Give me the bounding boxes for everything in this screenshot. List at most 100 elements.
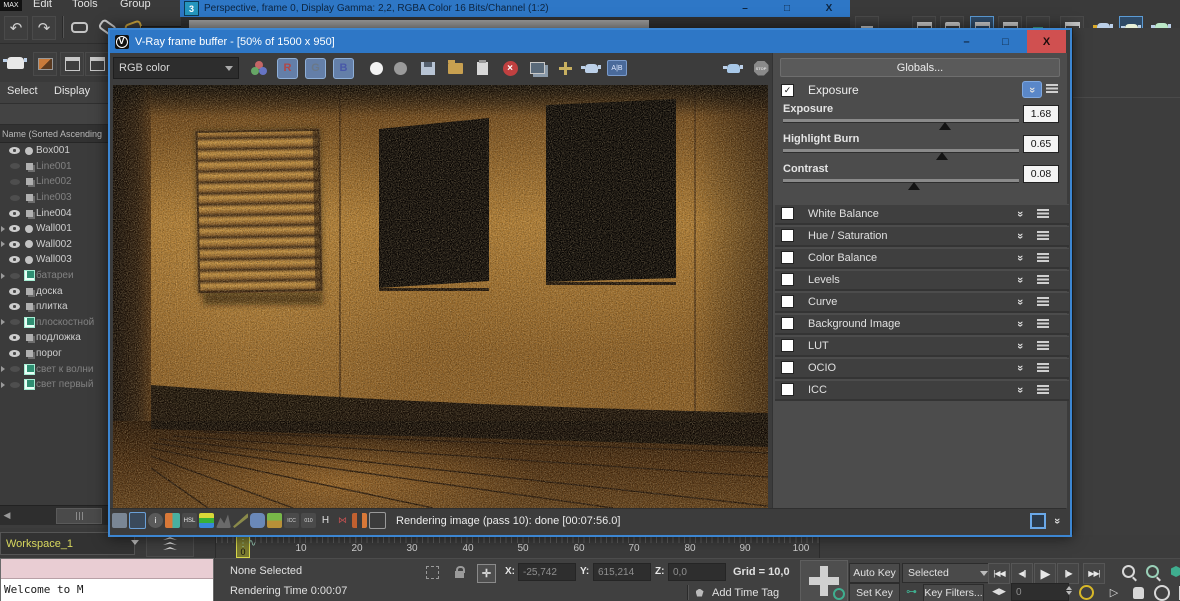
auto-key-button[interactable]: Auto Key [849, 563, 900, 583]
alpha-channel-icon[interactable] [390, 58, 410, 78]
color-swatch-icon[interactable] [165, 513, 180, 528]
listener-window-icon[interactable] [60, 52, 84, 76]
hsl-icon[interactable]: HSL [182, 513, 197, 528]
list-item[interactable]: Box001 [0, 143, 108, 159]
visibility-eye-icon[interactable] [7, 363, 22, 376]
pan-hand-icon[interactable] [1129, 584, 1147, 601]
vfb-minimize-button[interactable]: – [947, 30, 986, 53]
collapse-icon[interactable]: » [1015, 342, 1025, 348]
time-configuration-icon[interactable] [1077, 584, 1095, 601]
section-levels[interactable]: Levels» [775, 270, 1069, 289]
section-curve[interactable]: Curve» [775, 292, 1069, 311]
list-item[interactable]: Line003 [0, 190, 108, 206]
exposure-value-field[interactable]: 1.68 [1023, 105, 1059, 123]
max-app-button[interactable]: MAX [0, 0, 22, 11]
visibility-eye-icon[interactable] [7, 347, 22, 360]
vfb-maximize-button[interactable]: □ [986, 30, 1025, 53]
menu-icon[interactable] [1037, 297, 1049, 306]
visibility-eye-icon[interactable] [7, 144, 22, 157]
render-last-icon[interactable] [723, 58, 743, 78]
render-window-maximize-button[interactable]: □ [772, 1, 802, 16]
key-filters-button[interactable]: Key Filters... [923, 584, 984, 601]
region-render-teapot-icon[interactable] [581, 58, 601, 78]
list-item[interactable]: свет к волни [0, 361, 108, 377]
section-icc[interactable]: ICC» [775, 380, 1069, 399]
scrollbar-thumb[interactable] [56, 508, 102, 524]
next-frame-button[interactable]: ||▶ [1057, 563, 1079, 584]
render-window-titlebar[interactable]: 3 Perspective, frame 0, Display Gamma: 2… [180, 0, 850, 17]
visibility-eye-icon[interactable] [7, 316, 22, 329]
collapse-icon[interactable]: » [1015, 364, 1025, 370]
load-image-icon[interactable] [445, 58, 465, 78]
histogram-icon[interactable] [216, 513, 231, 528]
levels-icon[interactable] [199, 513, 214, 528]
menu-icon[interactable] [1037, 231, 1049, 240]
monitor-icon[interactable] [129, 512, 146, 529]
scene-explorer-filter[interactable] [0, 104, 108, 125]
checkbox[interactable] [781, 229, 794, 242]
checkbox[interactable] [781, 295, 794, 308]
list-item[interactable]: Wall003 [0, 252, 108, 268]
list-item[interactable]: батареи [0, 268, 108, 284]
ab-compare-icon[interactable]: A|B [607, 58, 627, 78]
z-coordinate-field[interactable]: 0,0 [668, 563, 726, 581]
menu-tools[interactable]: Tools [72, 0, 98, 10]
visibility-eye-icon[interactable] [7, 207, 22, 220]
go-to-start-button[interactable]: |◀◀ [988, 563, 1010, 584]
collapse-icon[interactable]: » [1015, 210, 1025, 216]
listener-macro-line[interactable] [1, 559, 213, 579]
exposure-slider[interactable] [783, 119, 1019, 123]
checkbox[interactable] [781, 317, 794, 330]
menu-group[interactable]: Group [120, 0, 151, 10]
visibility-eye-icon[interactable] [7, 175, 22, 188]
save-all-icon[interactable] [112, 513, 127, 528]
zoom-extents-icon[interactable] [1167, 563, 1180, 580]
stereo-bars-icon[interactable] [352, 513, 367, 528]
collapse-icon[interactable]: » [1015, 254, 1025, 260]
snap-toggle-button[interactable] [800, 560, 848, 601]
fov-icon[interactable]: ▷ [1105, 584, 1123, 601]
expand-status-icon[interactable]: » [1052, 517, 1062, 523]
image-icon[interactable] [267, 513, 282, 528]
red-channel-button[interactable]: R [277, 58, 298, 79]
keyable-icon[interactable]: ⊶ [903, 583, 920, 600]
checkbox[interactable] [781, 339, 794, 352]
track-mouse-icon[interactable] [555, 58, 575, 78]
list-item[interactable]: Wall002 [0, 237, 108, 253]
scene-explorer-hscrollbar[interactable]: ◀ [0, 505, 108, 525]
checkbox[interactable] [781, 383, 794, 396]
visibility-eye-icon[interactable] [7, 222, 22, 235]
zoom-all-icon[interactable] [1143, 563, 1161, 580]
rendered-image[interactable] [113, 85, 768, 508]
highlight-burn-value-field[interactable]: 0.65 [1023, 135, 1059, 153]
exposure-menu-icon[interactable] [1046, 84, 1058, 93]
list-item[interactable]: доска [0, 283, 108, 299]
current-frame-field[interactable]: 0 [1011, 583, 1069, 601]
region-toggle-icon[interactable] [1030, 513, 1046, 529]
visibility-eye-icon[interactable] [7, 253, 22, 266]
render-window-close-button[interactable]: X [814, 1, 844, 16]
menu-edit[interactable]: Edit [33, 0, 52, 10]
orbit-icon[interactable] [1153, 584, 1171, 601]
list-item[interactable]: Line001 [0, 159, 108, 175]
vfb-titlebar[interactable]: V-Ray frame buffer - [50% of 1500 x 950]… [110, 30, 1066, 53]
bit-depth-icon[interactable]: 010 [301, 513, 316, 528]
section-lut[interactable]: LUT» [775, 336, 1069, 355]
pixel-grid-icon[interactable] [369, 512, 386, 529]
info-icon[interactable]: i [148, 513, 163, 528]
visibility-eye-icon[interactable] [7, 160, 22, 173]
y-coordinate-field[interactable]: 615,214 [593, 563, 651, 581]
render-teapot-icon[interactable] [2, 50, 28, 76]
selection-set-dropdown[interactable]: Selected [902, 563, 994, 583]
absolute-mode-icon[interactable]: ✛ [477, 564, 496, 583]
set-key-button[interactable]: Set Key [849, 583, 900, 601]
list-item[interactable]: плитка [0, 299, 108, 315]
undo-button[interactable]: ↶ [4, 16, 28, 40]
curve-pencil-icon[interactable] [233, 513, 248, 528]
key-mode-toggle-icon[interactable]: ◀▶ [990, 583, 1008, 600]
list-item[interactable]: подложка [0, 330, 108, 346]
section-background-image[interactable]: Background Image» [775, 314, 1069, 333]
link-icon[interactable] [68, 16, 90, 38]
timeline-track-bar[interactable]: 10 20 30 40 50 60 70 80 90 100 0 [215, 535, 820, 559]
name-column-header[interactable]: Name (Sorted Ascending [0, 125, 110, 143]
